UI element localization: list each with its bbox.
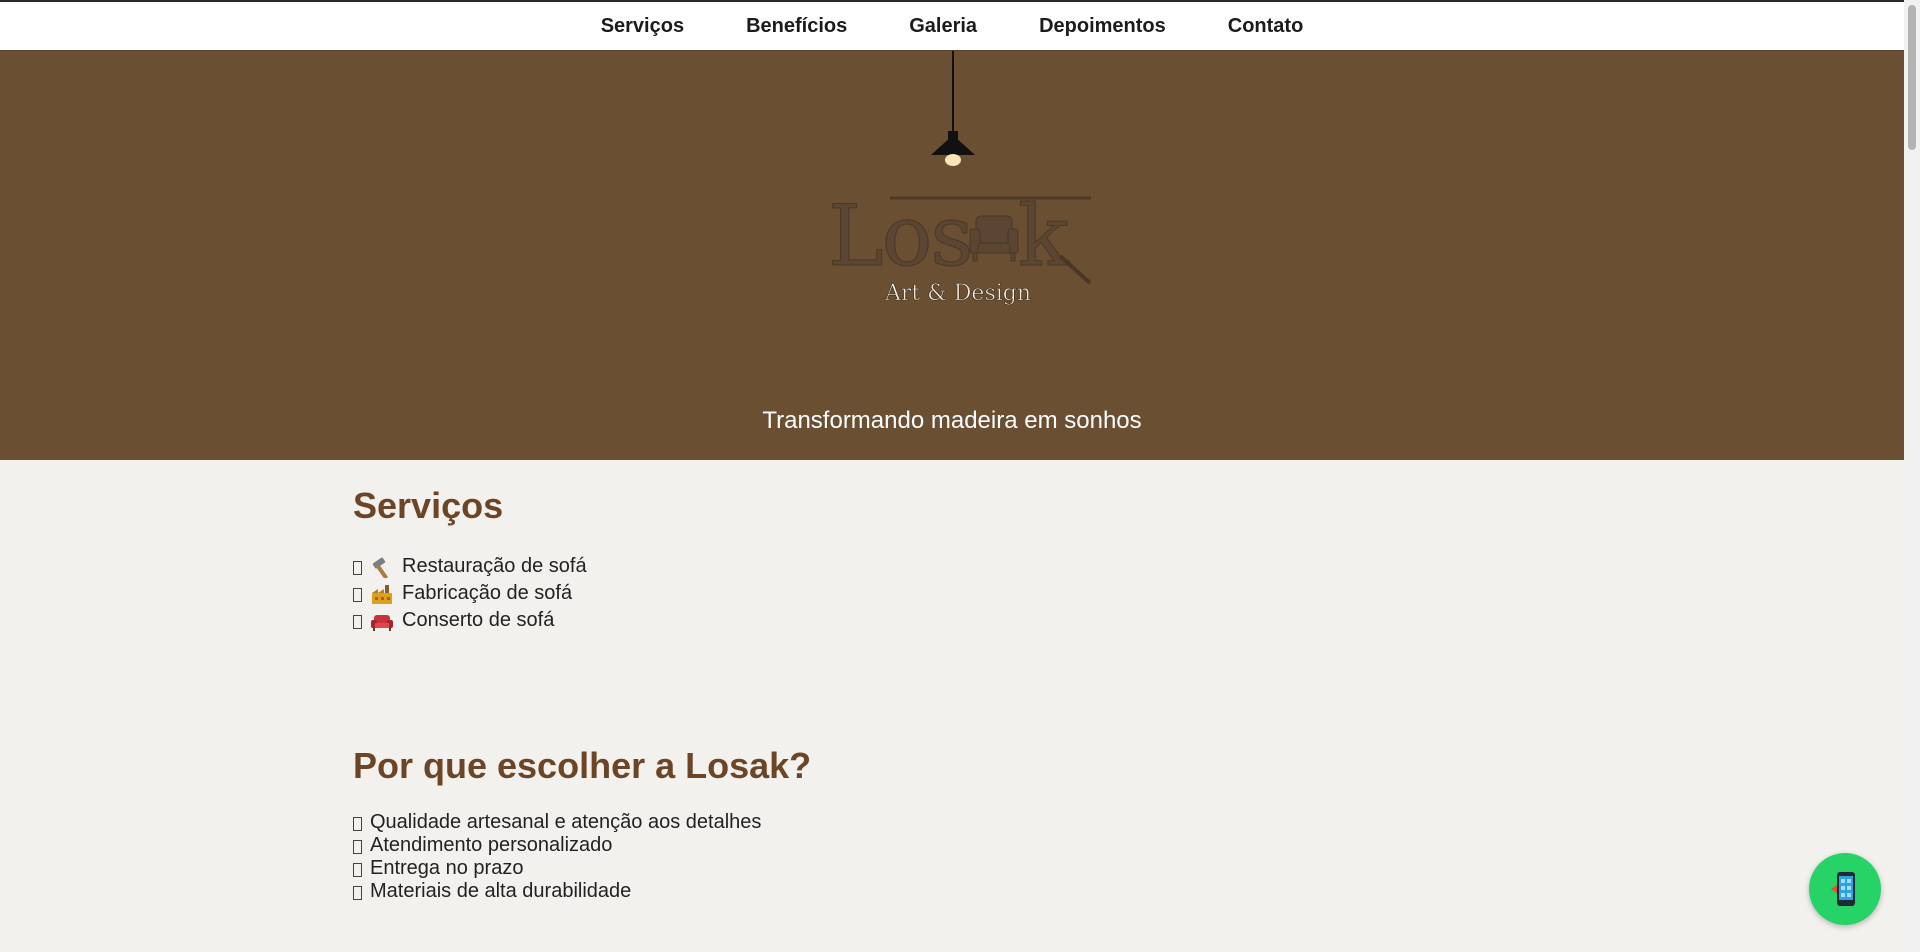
missing-glyph-icon	[353, 560, 362, 575]
armchair-icon	[969, 215, 1019, 262]
sofa-icon	[371, 614, 393, 631]
whatsapp-contact-button[interactable]	[1809, 853, 1881, 925]
list-item: Conserto de sofá	[353, 607, 587, 634]
benefit-label: Entrega no prazo	[370, 857, 524, 879]
nav-link-beneficios[interactable]: Benefícios	[746, 15, 847, 38]
list-item: Fabricação de sofá	[353, 580, 587, 607]
benefit-label: Atendimento personalizado	[370, 834, 613, 856]
services-list: Restauração de sofá Fabricação de sofá C…	[353, 553, 587, 634]
missing-glyph-icon	[353, 862, 362, 877]
service-label: Conserto de sofá	[402, 609, 555, 631]
missing-glyph-icon	[353, 614, 362, 629]
list-item: Materiais de alta durabilidade	[353, 880, 761, 903]
list-item: Restauração de sofá	[353, 553, 587, 580]
missing-glyph-icon	[353, 816, 362, 831]
missing-glyph-icon	[353, 839, 362, 854]
services-title: Serviços	[353, 485, 504, 526]
missing-glyph-icon	[353, 587, 362, 602]
svg-text:k: k	[1018, 187, 1070, 285]
list-item: Entrega no prazo	[353, 857, 761, 880]
logo-wordmark: Los	[828, 187, 971, 285]
vertical-scrollbar[interactable]	[1904, 0, 1920, 952]
losak-logo: Los k Art & Design	[828, 51, 1092, 306]
benefits-list: Qualidade artesanal e atenção aos detalh…	[353, 811, 761, 903]
service-label: Fabricação de sofá	[402, 582, 573, 604]
page: Serviços Benefícios Galeria Depoimentos …	[0, 0, 1904, 952]
hero-banner: Los k Art & Design Transformando madeira…	[0, 50, 1904, 460]
list-item: Atendimento personalizado	[353, 834, 761, 857]
benefit-label: Qualidade artesanal e atenção aos detalh…	[370, 811, 762, 833]
scrollbar-thumb[interactable]	[1908, 5, 1916, 150]
mobile-phone-icon	[1831, 872, 1855, 906]
hero-tagline: Transformando madeira em sonhos	[762, 407, 1142, 434]
nav-link-contato[interactable]: Contato	[1228, 15, 1304, 38]
nav-link-galeria[interactable]: Galeria	[909, 15, 977, 38]
top-navigation: Serviços Benefícios Galeria Depoimentos …	[0, 0, 1904, 50]
nav-link-servicos[interactable]: Serviços	[601, 15, 684, 38]
missing-glyph-icon	[353, 885, 362, 900]
hammer-icon	[372, 556, 388, 578]
benefit-label: Materiais de alta durabilidade	[370, 880, 632, 902]
list-item: Qualidade artesanal e atenção aos detalh…	[353, 811, 761, 834]
service-label: Restauração de sofá	[402, 555, 587, 577]
factory-icon	[372, 584, 392, 604]
lamp-bulb	[945, 154, 961, 166]
logo-subtitle: Art & Design	[884, 281, 1031, 306]
nav-link-depoimentos[interactable]: Depoimentos	[1039, 15, 1166, 38]
benefits-title: Por que escolher a Losak?	[353, 745, 812, 786]
